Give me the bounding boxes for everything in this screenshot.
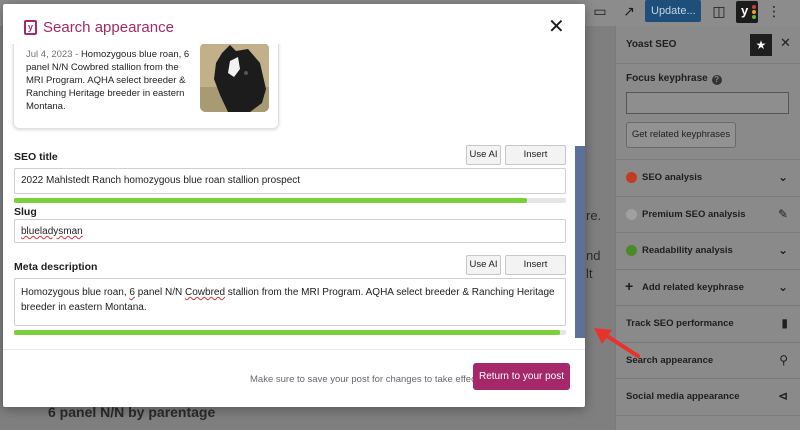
sidebar-item-readability-analysis[interactable]: Readability analysis ⌄ (616, 233, 800, 270)
focus-keyphrase-section: Focus keyphrase? Get related keyphrases (616, 64, 800, 160)
seo-title-input[interactable]: 2022 Mahlstedt Ranch homozygous blue roa… (14, 168, 566, 194)
focus-keyphrase-input[interactable] (626, 92, 789, 114)
seo-score-dot (752, 5, 756, 9)
close-icon[interactable]: ✕ (780, 36, 791, 51)
slug-label: Slug (14, 206, 37, 218)
sidebar-item-label: Track SEO performance (626, 318, 734, 329)
sidebar-item-label: Social media appearance (626, 391, 740, 402)
meta-description-progress-fill (14, 330, 561, 335)
sidebar-item-add-related-keyphrase[interactable]: + Add related keyphrase ⌄ (616, 270, 800, 306)
update-button[interactable]: Update... (645, 0, 701, 22)
more-options-icon[interactable]: ⋮ (765, 3, 783, 21)
meta-description-label: Meta description (14, 261, 98, 273)
preview-snippet: Jul 4, 2023 - Homozygous blue roan, 6 pa… (26, 48, 191, 113)
sidebar-toggle-icon[interactable]: ◫ (710, 3, 728, 21)
sidebar-item-label: Premium SEO analysis (642, 208, 746, 220)
meta-description-insert-variable-button[interactable]: Insert variable (505, 255, 566, 288)
yoast-logo-icon: y (741, 3, 749, 18)
sidebar-item-label: Readability analysis (642, 245, 733, 256)
sidebar-item-premium-seo-analysis[interactable]: Premium SEO analysis ✎ (616, 197, 800, 233)
bg-text-fragment: re. (586, 208, 602, 223)
meta-text-part: panel N/N (134, 287, 185, 298)
share-icon: ⊲ (777, 389, 788, 403)
seo-title-use-ai-button[interactable]: Use AI (466, 145, 501, 165)
preview-date: Jul 4, 2023 (26, 49, 73, 60)
meta-description-use-ai-button[interactable]: Use AI (466, 255, 501, 275)
chevron-down-icon: ⌄ (777, 279, 788, 294)
sidebar-item-track-seo-performance[interactable]: Track SEO performance ▮ (616, 306, 800, 343)
return-to-post-button[interactable]: Return to your post (473, 363, 570, 390)
meta-description-input[interactable]: Homozygous blue roan, 6 panel N/N Cowbre… (14, 278, 566, 326)
annotation-arrow (594, 328, 640, 358)
seo-title-progress-bar (14, 198, 566, 203)
sidebar-title: Yoast SEO (626, 39, 677, 50)
sidebar-item-social-media-appearance[interactable]: Social media appearance ⊲ (616, 379, 800, 416)
plus-icon: + (625, 277, 634, 294)
neutral-dot-icon (626, 208, 637, 220)
slug-input[interactable]: blueladysman (14, 219, 566, 243)
preview-thumbnail (200, 44, 269, 112)
sidebar-item-label: SEO analysis (642, 172, 703, 183)
star-icon[interactable]: ★ (750, 34, 772, 56)
chevron-down-icon: ⌄ (777, 243, 788, 257)
readability-score-dot (752, 10, 756, 14)
meta-text-part: Homozygous blue roan, (21, 287, 130, 298)
seo-title-progress-fill (14, 198, 528, 203)
chevron-down-icon: ⌄ (777, 170, 788, 184)
sidebar-item-label: Add related keyphrase (642, 281, 744, 293)
sad-face-icon (626, 172, 637, 183)
save-reminder-note: Make sure to save your post for changes … (250, 374, 479, 385)
modal-title: Search appearance (43, 19, 174, 36)
bg-text-fragment: nd (586, 248, 601, 263)
meta-text-part: Cowbred (185, 287, 226, 298)
sidebar-item-search-appearance[interactable]: Search appearance ⚲ (616, 343, 800, 379)
bar-chart-icon: ▮ (781, 316, 788, 330)
meta-description-progress-bar (14, 330, 566, 335)
close-icon[interactable]: ✕ (548, 16, 565, 36)
preview-separator: - (72, 49, 81, 60)
slug-value: blueladysman (21, 226, 83, 237)
search-appearance-modal: y Search appearance ✕ Jul 4, 2023 - Homo… (3, 4, 585, 407)
sidebar-header: Yoast SEO ★ ✕ (616, 26, 800, 64)
yoast-logo-icon: y (24, 20, 37, 35)
help-icon[interactable]: ? (711, 75, 722, 85)
get-related-keyphrases-button[interactable]: Get related keyphrases (626, 122, 736, 148)
external-link-icon[interactable]: ↗ (620, 3, 638, 21)
focus-keyphrase-label: Focus keyphrase? (626, 73, 722, 85)
seo-title-insert-variable-button[interactable]: Insert variable (505, 145, 566, 178)
bg-text-fragment: lt (586, 266, 593, 281)
modal-scrollbar[interactable] (575, 146, 585, 338)
edit-icon: ✎ (777, 206, 788, 221)
modal-scroll-area[interactable]: Jul 4, 2023 - Homozygous blue roan, 6 pa… (3, 44, 585, 342)
sidebar-item-seo-analysis[interactable]: SEO analysis ⌄ (616, 160, 800, 197)
seo-title-label: SEO title (14, 151, 58, 163)
search-icon: ⚲ (779, 352, 788, 367)
modal-footer: Make sure to save your post for changes … (3, 349, 585, 407)
desktop-preview-icon[interactable]: ▭ (591, 3, 609, 21)
yoast-sidebar: Yoast SEO ★ ✕ Focus keyphrase? Get relat… (615, 26, 800, 430)
smiley-face-icon (626, 245, 637, 256)
inclusive-score-dot (752, 15, 756, 19)
google-preview-card: Jul 4, 2023 - Homozygous blue roan, 6 pa… (13, 44, 279, 129)
